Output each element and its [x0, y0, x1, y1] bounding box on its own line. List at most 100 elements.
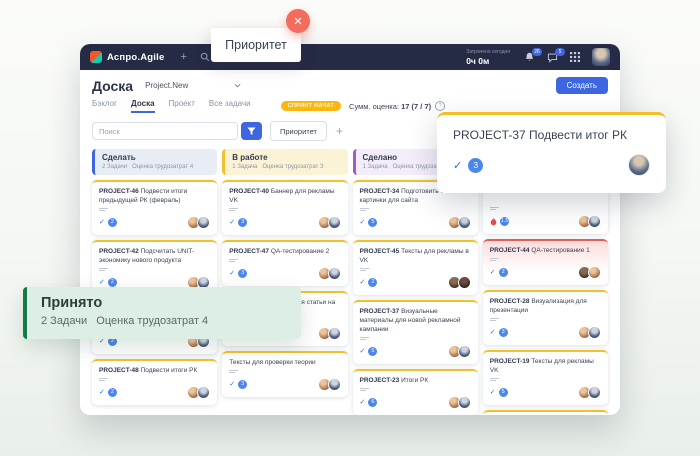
create-button[interactable]: Создать [556, 77, 608, 94]
summary-estimate: Сумм. оценка: 17 (7 / 7) [349, 102, 431, 111]
task-title: Итоги РК [401, 377, 428, 384]
description-icon [229, 259, 238, 262]
project-name: Project.New [145, 81, 188, 90]
fire-icon [490, 217, 497, 226]
time-tracker[interactable]: Затрачено сегодня 0ч 0м [466, 49, 510, 66]
description-icon [490, 378, 499, 381]
description-icon [490, 207, 499, 210]
task-card[interactable]: PROJECT-47 QA-тестирование 2✓3 [222, 240, 347, 286]
check-icon: ✓ [360, 398, 366, 407]
task-card[interactable]: PROJECT-40 Баннер для рекламы VK✓3 [222, 180, 347, 235]
task-id: PROJECT-46 [99, 188, 139, 195]
task-card[interactable]: PROJECT-16 Подвести итоги РК [483, 410, 608, 415]
column-header[interactable]: Сделать2 Задачи Оценка трудозатрат 4 [92, 149, 217, 175]
avatar[interactable] [328, 327, 341, 340]
avatar[interactable] [328, 216, 341, 229]
estimate-badge: 2 [499, 268, 508, 277]
task-card[interactable]: PROJECT-23 Итоги РК✓6 [353, 369, 478, 415]
task-card[interactable]: PROJECT-28 Визуализация для презентации✓… [483, 290, 608, 345]
task-id: PROJECT-48 [99, 367, 139, 374]
task-title: QA-тестирование 1 [531, 247, 589, 254]
app-window: Аспро.Agile + Спринты Затрачено сегодня … [80, 44, 620, 415]
tab-board[interactable]: Доска [131, 99, 154, 113]
page-title: Доска [92, 78, 133, 94]
avatar[interactable] [458, 276, 471, 289]
tab-all-tasks[interactable]: Все задачи [209, 99, 251, 113]
accepted-column-header-overlay[interactable]: Принято 2 Задачи Оценка трудозатрат 4 [23, 287, 301, 339]
priority-filter-chip[interactable]: Приоритет [270, 121, 327, 141]
user-avatar[interactable] [592, 48, 610, 66]
task-card[interactable]: PROJECT-37 Визуальные материалы для ново… [353, 300, 478, 364]
check-icon: ✓ [490, 268, 496, 277]
check-icon: ✓ [99, 388, 105, 397]
avatar[interactable] [197, 386, 210, 399]
avatar[interactable] [628, 154, 650, 176]
task-card[interactable]: PROJECT-45 Тексты для рекламы в VK✓2 [353, 240, 478, 295]
avatar[interactable] [458, 396, 471, 409]
avatar[interactable] [588, 266, 601, 279]
priority-tooltip-label: Приоритет [225, 38, 287, 52]
tab-project[interactable]: Проект [169, 99, 195, 113]
apps-grid-icon[interactable] [570, 52, 580, 62]
check-icon: ✓ [360, 278, 366, 287]
estimate-badge: 6 [368, 398, 377, 407]
search-icon[interactable] [200, 52, 210, 62]
avatar[interactable] [458, 216, 471, 229]
task-id: PROJECT-42 [99, 248, 139, 255]
avatar[interactable] [588, 326, 601, 339]
estimate-badge: 2 [108, 218, 117, 227]
avatar[interactable] [588, 386, 601, 399]
task-id: PROJECT-19 [490, 358, 530, 365]
check-icon: ✓ [453, 159, 462, 172]
check-icon: ✓ [360, 218, 366, 227]
task-id: PROJECT-47 [229, 248, 269, 255]
avatar[interactable] [197, 216, 210, 229]
check-icon: ✓ [99, 218, 105, 227]
task-card[interactable]: PROJECT-44 QA-тестирование 1 ✓2 [483, 239, 608, 285]
aspro-logo-icon[interactable] [90, 51, 102, 63]
description-icon [490, 258, 499, 261]
brand-name[interactable]: Аспро.Agile [107, 52, 164, 63]
avatar[interactable] [328, 378, 341, 391]
description-icon [360, 208, 369, 211]
description-icon [490, 318, 499, 321]
avatar[interactable] [328, 267, 341, 280]
task-id: PROJECT-44 [490, 247, 530, 254]
avatar[interactable] [458, 345, 471, 358]
check-icon: ✓ [99, 278, 105, 287]
estimate-badge: 3 [468, 158, 483, 173]
estimate-badge: 2 [368, 278, 377, 287]
task-title: Тексты для проверки теории [229, 359, 315, 366]
close-icon[interactable]: ✕ [286, 9, 310, 33]
task-card[interactable]: PROJECT-48 Подвести итоги РК✓2 [92, 359, 217, 405]
check-icon: ✓ [229, 269, 235, 278]
filter-button[interactable] [241, 122, 262, 140]
add-filter-icon[interactable]: + [336, 125, 343, 137]
tab-backlog[interactable]: Бэклог [92, 99, 117, 113]
sprint-status-badge: СПРИНТ НАЧАТ [281, 101, 341, 111]
description-icon [229, 370, 238, 373]
accepted-title: Принято [41, 295, 287, 311]
board-column: Сделать2 Задачи Оценка трудозатрат 4 PROJ… [92, 149, 217, 405]
column-header[interactable]: В работе1 Задача Оценка трудозатрат 3 [222, 149, 347, 175]
time-tracker-label: Затрачено сегодня [466, 49, 510, 55]
chat-icon[interactable]: 5 [547, 52, 558, 63]
column-title: В работе [232, 153, 340, 162]
check-icon: ✓ [360, 347, 366, 356]
task-card[interactable]: Тексты для проверки теории✓3 [222, 351, 347, 397]
project-selector[interactable]: Project.New [145, 81, 241, 90]
help-icon[interactable]: ? [435, 101, 445, 111]
chevron-down-icon [234, 83, 241, 88]
estimate-badge: 5 [499, 388, 508, 397]
search-input[interactable] [92, 122, 238, 140]
description-icon [99, 268, 108, 271]
estimate-badge: 1.5 [500, 217, 510, 226]
estimate-badge: 3 [238, 218, 247, 227]
add-icon[interactable]: + [180, 52, 186, 63]
task-card[interactable]: PROJECT-19 Тексты для рекламы VK✓5 [483, 350, 608, 405]
task-card[interactable]: PROJECT-46 Подвести итоги предыдущей РК … [92, 180, 217, 235]
avatar[interactable] [588, 215, 601, 228]
task-id: PROJECT-34 [360, 188, 400, 195]
bell-icon[interactable]: 26 [524, 52, 535, 63]
task-preview-popup[interactable]: PROJECT-37 Подвести итог РК ✓ 3 [437, 112, 666, 193]
